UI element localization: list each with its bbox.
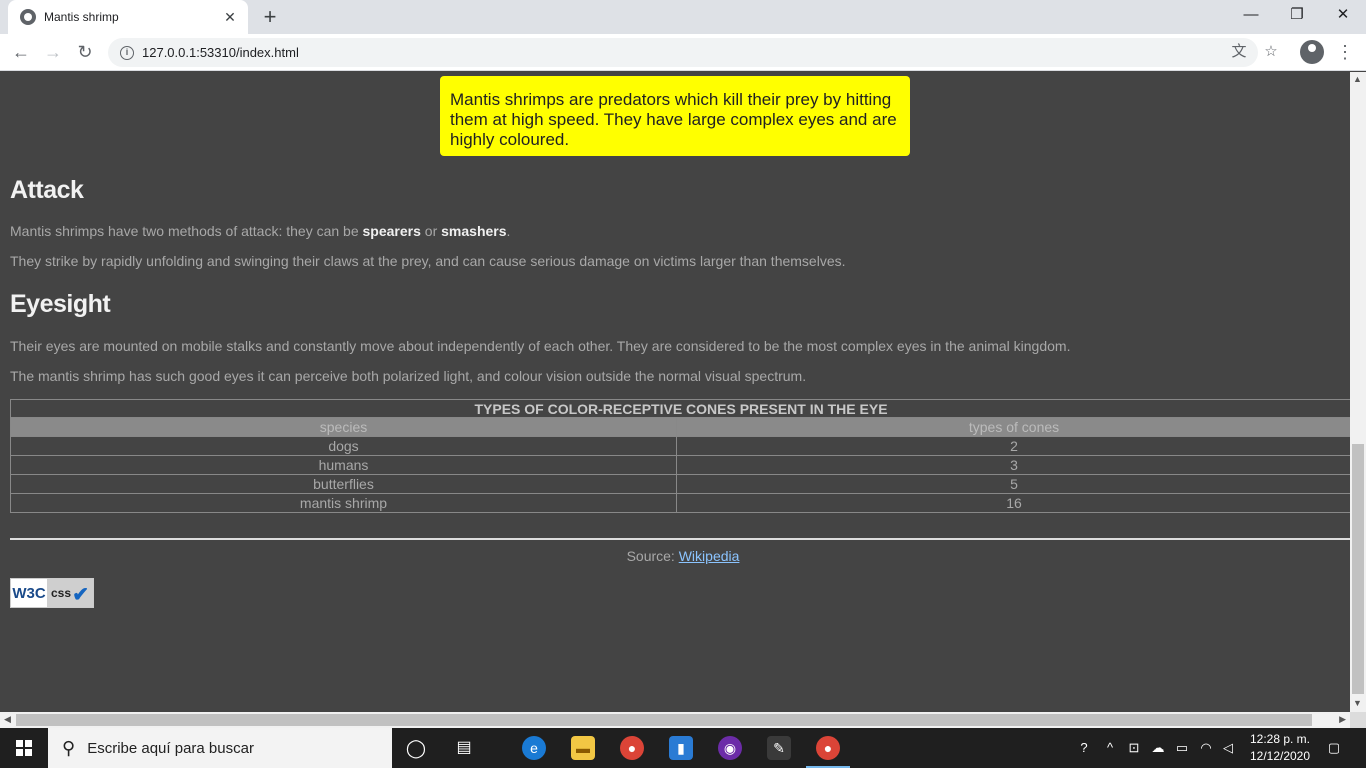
- chevron-up-icon[interactable]: ^: [1100, 728, 1120, 768]
- cortana-icon[interactable]: ◯: [404, 736, 428, 760]
- app-icon[interactable]: ▮: [669, 736, 693, 760]
- profile-avatar[interactable]: [1300, 40, 1324, 64]
- meet-now-icon[interactable]: ⊡: [1124, 728, 1144, 768]
- forward-button[interactable]: →: [40, 39, 66, 65]
- w3c-logo: W3C: [12, 584, 46, 602]
- tab-mantis-shrimp[interactable]: Mantis shrimp ✕: [8, 0, 248, 34]
- cones-cell: 5: [676, 474, 1350, 494]
- table-row: dogs 2: [10, 436, 1350, 456]
- scroll-left-icon[interactable]: ◀: [4, 714, 11, 725]
- horizontal-scrollbar[interactable]: ◀ ▶: [0, 712, 1350, 728]
- globe-icon: [20, 9, 36, 25]
- attack-heading: Attack: [10, 176, 84, 204]
- scroll-down-icon[interactable]: ▼: [1353, 698, 1362, 708]
- tab-title: Mantis shrimp: [44, 10, 119, 24]
- tab-close-icon[interactable]: ✕: [222, 9, 238, 26]
- w3c-css-badge[interactable]: W3C css ✔: [10, 578, 94, 608]
- vertical-scroll-thumb[interactable]: [1352, 444, 1364, 694]
- system-clock[interactable]: 12:28 p. m. 12/12/2020: [1242, 731, 1318, 765]
- windows-taskbar: ⚲ Escribe aquí para buscar ◯ ▤ e ▬ ● ▮ ◉…: [0, 728, 1366, 768]
- table-row: mantis shrimp 16: [10, 493, 1350, 513]
- cones-table: TYPES OF COLOR-RECEPTIVE CONES PRESENT I…: [10, 399, 1350, 513]
- search-icon: ⚲: [62, 737, 76, 758]
- onedrive-icon[interactable]: ☁: [1148, 728, 1168, 768]
- reload-button[interactable]: ↻: [72, 39, 98, 65]
- minimize-button[interactable]: —: [1228, 0, 1274, 30]
- table-row: butterflies 5: [10, 474, 1350, 494]
- address-bar[interactable]: i 127.0.0.1:53310/index.html: [108, 38, 1258, 67]
- info-icon[interactable]: i: [120, 45, 134, 60]
- table-row: humans 3: [10, 455, 1350, 475]
- species-cell: dogs: [10, 436, 677, 456]
- clock-date: 12/12/2020: [1249, 749, 1311, 763]
- chrome-icon[interactable]: ●: [620, 736, 644, 760]
- taskbar-search[interactable]: ⚲ Escribe aquí para buscar: [48, 728, 392, 768]
- source-line: Source: Wikipedia: [626, 548, 740, 564]
- restore-button[interactable]: ❐: [1274, 0, 1320, 30]
- intro-callout: Mantis shrimps are predators which kill …: [440, 76, 910, 156]
- spearers-term: spearers: [362, 223, 421, 239]
- column-header-cones: types of cones: [676, 417, 1350, 437]
- smashers-term: smashers: [441, 223, 507, 239]
- checkmark-icon: ✔: [72, 584, 89, 606]
- window-close-button[interactable]: ✕: [1320, 0, 1366, 30]
- cones-cell: 16: [676, 493, 1350, 513]
- bookmark-star-icon[interactable]: ☆: [1258, 39, 1284, 65]
- css-label: css: [51, 586, 72, 600]
- eyesight-paragraph-1: Their eyes are mounted on mobile stalks …: [10, 338, 1071, 354]
- new-tab-button[interactable]: +: [258, 5, 282, 29]
- divider: [10, 538, 1350, 540]
- wifi-icon[interactable]: ◠: [1196, 728, 1216, 768]
- task-view-icon[interactable]: ▤: [452, 736, 476, 760]
- tab-strip: Mantis shrimp ✕ + — ❐ ✕: [0, 0, 1366, 34]
- translate-icon[interactable]: 文: [1226, 39, 1252, 65]
- cones-cell: 2: [676, 436, 1350, 456]
- attack-paragraph-1: Mantis shrimps have two methods of attac…: [10, 223, 511, 239]
- start-button[interactable]: [0, 728, 48, 768]
- species-cell: mantis shrimp: [10, 493, 677, 513]
- attack-paragraph-2: They strike by rapidly unfolding and swi…: [10, 253, 846, 269]
- chrome-active-icon[interactable]: ●: [816, 736, 840, 760]
- paint-icon[interactable]: ✎: [767, 736, 791, 760]
- search-placeholder: Escribe aquí para buscar: [87, 739, 254, 757]
- browser-toolbar: ← → ↻ i 127.0.0.1:53310/index.html 文 ☆: [0, 34, 1366, 71]
- species-cell: butterflies: [10, 474, 677, 494]
- browser-menu-icon[interactable]: ⋮: [1336, 38, 1354, 66]
- back-button[interactable]: ←: [8, 39, 34, 65]
- volume-icon[interactable]: ◁: [1218, 728, 1238, 768]
- eyesight-paragraph-2: The mantis shrimp has such good eyes it …: [10, 368, 807, 384]
- edge-icon[interactable]: e: [522, 736, 546, 760]
- scroll-right-icon[interactable]: ▶: [1339, 714, 1346, 725]
- eyesight-heading: Eyesight: [10, 290, 111, 318]
- scrollbar-corner: [1350, 712, 1366, 728]
- scroll-up-icon[interactable]: ▲: [1353, 74, 1362, 84]
- notifications-icon[interactable]: ▢: [1322, 728, 1346, 768]
- clock-time: 12:28 p. m.: [1249, 732, 1311, 746]
- url-text[interactable]: 127.0.0.1:53310/index.html: [142, 45, 299, 60]
- wikipedia-link[interactable]: Wikipedia: [679, 548, 740, 564]
- cones-cell: 3: [676, 455, 1350, 475]
- battery-icon[interactable]: ▭: [1172, 728, 1192, 768]
- cat-app-icon[interactable]: ◉: [718, 736, 742, 760]
- column-header-species: species: [10, 417, 677, 437]
- file-explorer-icon[interactable]: ▬: [571, 736, 595, 760]
- page-viewport: Mantis shrimps are predators which kill …: [0, 72, 1350, 712]
- windows-logo-icon: [16, 740, 32, 756]
- help-icon[interactable]: ?: [1072, 728, 1096, 768]
- table-header-row: species types of cones: [10, 417, 1350, 437]
- species-cell: humans: [10, 455, 677, 475]
- vertical-scrollbar[interactable]: ▲ ▼: [1350, 72, 1366, 712]
- horizontal-scroll-thumb[interactable]: [16, 714, 1312, 726]
- table-caption: TYPES OF COLOR-RECEPTIVE CONES PRESENT I…: [10, 399, 1350, 417]
